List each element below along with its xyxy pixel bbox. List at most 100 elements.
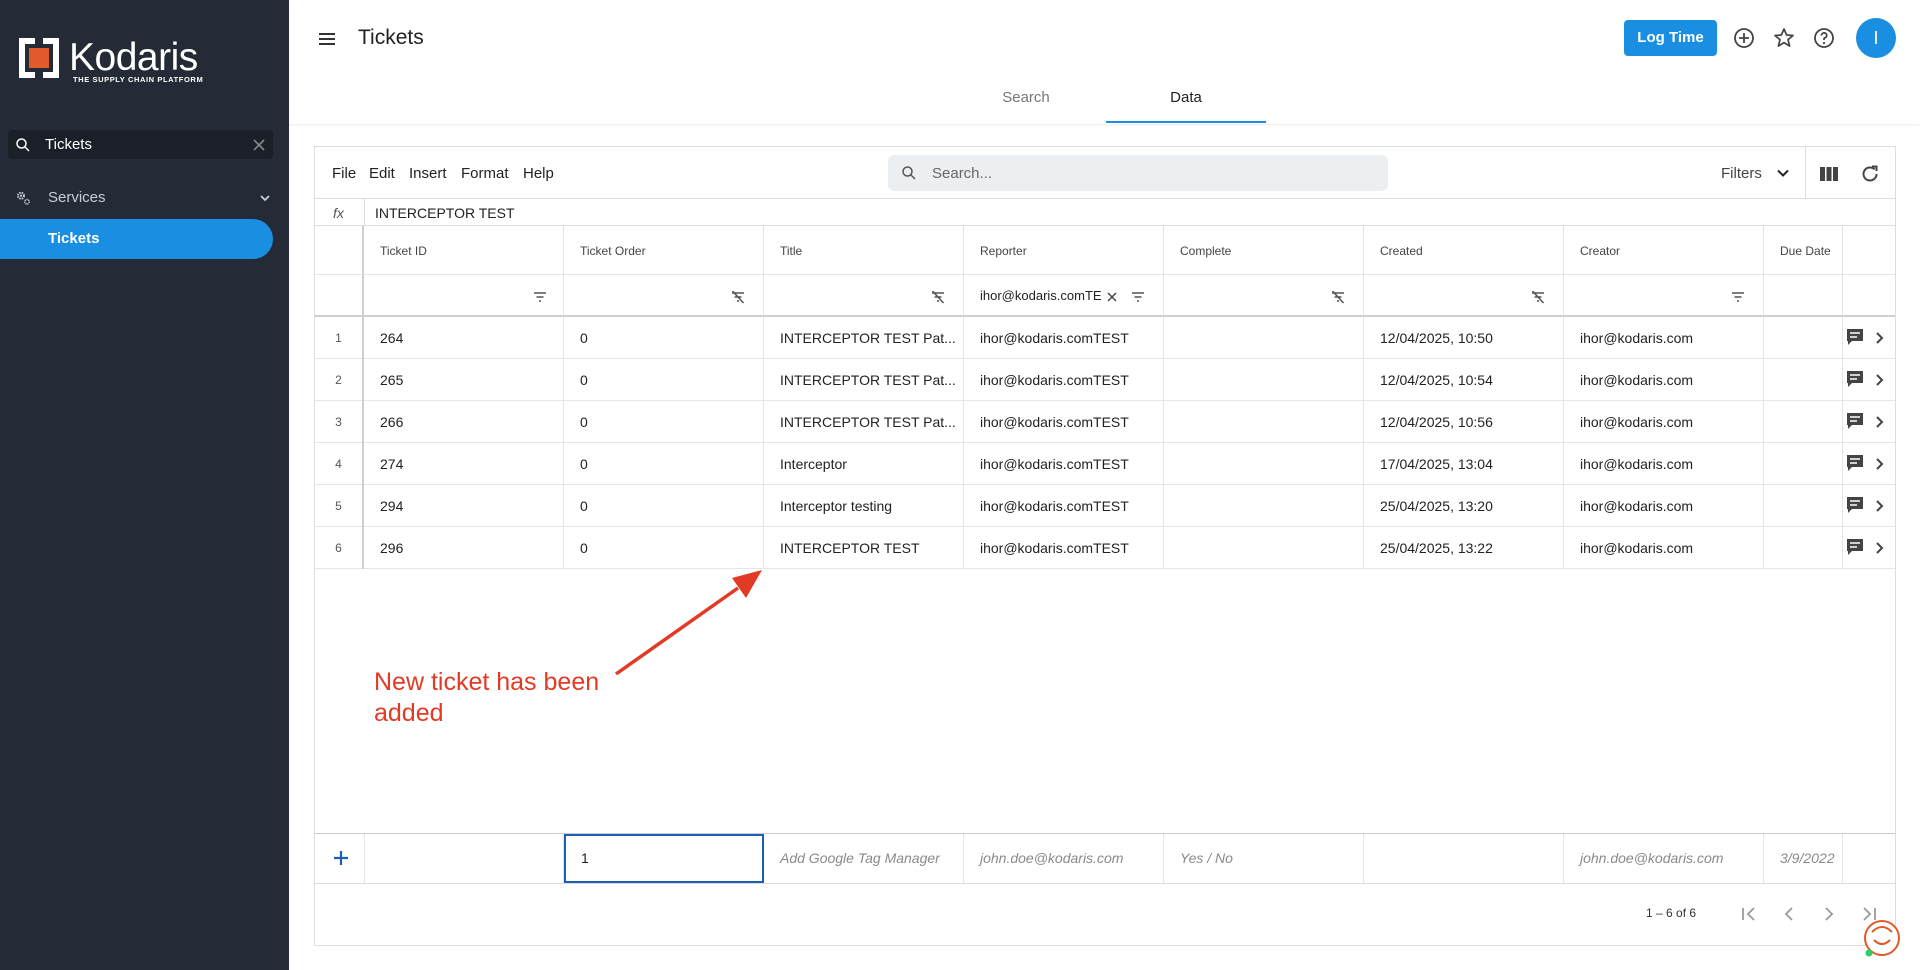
cell-created[interactable]: 25/04/2025, 13:22 — [1364, 527, 1564, 569]
table-row[interactable]: 5 294 0 Interceptor testing ihor@kodaris… — [315, 485, 1895, 527]
new-creator-field[interactable]: john.doe@kodaris.com — [1564, 834, 1764, 883]
sidebar-search-value[interactable]: Tickets — [45, 136, 92, 153]
new-created-field[interactable] — [1364, 834, 1564, 883]
filter-reporter-value[interactable]: ihor@kodaris.comTEST — [980, 288, 1102, 303]
cell-title[interactable]: Interceptor testing — [764, 485, 964, 527]
cell-ticket-order[interactable]: 0 — [564, 317, 764, 359]
table-row[interactable]: 2 265 0 INTERCEPTOR TEST Pat... ihor@kod… — [315, 359, 1895, 401]
filter-off-icon[interactable] — [930, 289, 946, 305]
new-due-date-field[interactable]: 3/9/2022 — [1764, 834, 1843, 883]
cell-complete[interactable] — [1164, 401, 1364, 443]
menu-edit[interactable]: Edit — [369, 165, 395, 182]
formula-value[interactable]: INTERCEPTOR TEST — [375, 205, 515, 221]
column-header-created[interactable]: Created — [1364, 226, 1564, 275]
menu-insert[interactable]: Insert — [409, 165, 447, 182]
cell-reporter[interactable]: ihor@kodaris.comTEST — [964, 317, 1164, 359]
cell-title[interactable]: INTERCEPTOR TEST — [764, 527, 964, 569]
filter-complete[interactable] — [1164, 275, 1364, 317]
cell-ticket-order[interactable]: 0 — [564, 443, 764, 485]
cell-reporter[interactable]: ihor@kodaris.comTEST — [964, 527, 1164, 569]
chat-support-icon[interactable] — [1860, 918, 1900, 958]
cell-creator[interactable]: ihor@kodaris.com — [1564, 485, 1764, 527]
cell-ticket-order[interactable]: 0 — [564, 401, 764, 443]
cell-due-date[interactable] — [1764, 359, 1843, 401]
cell-creator[interactable]: ihor@kodaris.com — [1564, 359, 1764, 401]
cell-created[interactable]: 12/04/2025, 10:50 — [1364, 317, 1564, 359]
column-header-reporter[interactable]: Reporter — [964, 226, 1164, 275]
cell-creator[interactable]: ihor@kodaris.com — [1564, 527, 1764, 569]
filters-button[interactable]: Filters — [1721, 165, 1762, 182]
cell-created[interactable]: 17/04/2025, 13:04 — [1364, 443, 1564, 485]
cell-ticket-order[interactable]: 0 — [564, 359, 764, 401]
kodaris-logo[interactable]: Kodaris THE SUPPLY CHAIN PLATFORM — [17, 36, 207, 84]
row-actions[interactable] — [1843, 443, 1895, 485]
filter-due-date[interactable] — [1764, 275, 1843, 317]
filter-created[interactable] — [1364, 275, 1564, 317]
star-icon[interactable] — [1772, 26, 1796, 50]
row-actions[interactable] — [1843, 485, 1895, 527]
new-ticket-id-field[interactable] — [364, 834, 564, 883]
cell-reporter[interactable]: ihor@kodaris.comTEST — [964, 485, 1164, 527]
tab-search[interactable]: Search — [946, 78, 1106, 123]
cell-complete[interactable] — [1164, 527, 1364, 569]
filter-creator[interactable] — [1564, 275, 1764, 317]
next-page-icon[interactable] — [1818, 903, 1840, 925]
table-row[interactable]: 6 296 0 INTERCEPTOR TEST ihor@kodaris.co… — [315, 527, 1895, 569]
grid-search[interactable] — [888, 155, 1388, 191]
cell-complete[interactable] — [1164, 359, 1364, 401]
cell-due-date[interactable] — [1764, 527, 1843, 569]
sidebar-item-tickets[interactable]: Tickets — [0, 219, 273, 259]
cell-ticket-id[interactable]: 274 — [364, 443, 564, 485]
chevron-down-icon[interactable] — [1775, 165, 1791, 181]
column-header-title[interactable]: Title — [764, 226, 964, 275]
column-header-due-date[interactable]: Due Date — [1764, 226, 1843, 275]
filter-icon[interactable] — [1130, 289, 1146, 305]
table-row[interactable]: 1 264 0 INTERCEPTOR TEST Pat... ihor@kod… — [315, 317, 1895, 359]
cell-due-date[interactable] — [1764, 485, 1843, 527]
cell-reporter[interactable]: ihor@kodaris.comTEST — [964, 359, 1164, 401]
cell-title[interactable]: INTERCEPTOR TEST Pat... — [764, 359, 964, 401]
cell-creator[interactable]: ihor@kodaris.com — [1564, 401, 1764, 443]
cell-creator[interactable]: ihor@kodaris.com — [1564, 317, 1764, 359]
cell-due-date[interactable] — [1764, 443, 1843, 485]
columns-icon[interactable] — [1818, 163, 1840, 185]
column-header-creator[interactable]: Creator — [1564, 226, 1764, 275]
cell-creator[interactable]: ihor@kodaris.com — [1564, 443, 1764, 485]
add-row-icon[interactable] — [329, 846, 353, 870]
cell-created[interactable]: 25/04/2025, 13:20 — [1364, 485, 1564, 527]
menu-help[interactable]: Help — [523, 165, 554, 182]
tab-data[interactable]: Data — [1106, 78, 1266, 123]
cell-complete[interactable] — [1164, 317, 1364, 359]
cell-ticket-id[interactable]: 266 — [364, 401, 564, 443]
menu-format[interactable]: Format — [461, 165, 509, 182]
new-ticket-order-field[interactable]: 1 — [564, 834, 764, 883]
column-header-ticket-order[interactable]: Ticket Order — [564, 226, 764, 275]
column-header-ticket-id[interactable]: Ticket ID — [364, 226, 564, 275]
filter-off-icon[interactable] — [730, 289, 746, 305]
cell-ticket-id[interactable]: 264 — [364, 317, 564, 359]
close-icon[interactable] — [1105, 290, 1119, 304]
cell-ticket-id[interactable]: 294 — [364, 485, 564, 527]
menu-file[interactable]: File — [332, 165, 356, 182]
sidebar-search[interactable]: Tickets — [8, 130, 273, 159]
menu-icon[interactable] — [315, 27, 339, 51]
cell-created[interactable]: 12/04/2025, 10:54 — [1364, 359, 1564, 401]
sidebar-group-services[interactable]: Services — [0, 186, 289, 210]
filter-ticket-id[interactable] — [364, 275, 564, 317]
cell-title[interactable]: INTERCEPTOR TEST Pat... — [764, 401, 964, 443]
cell-title[interactable]: Interceptor — [764, 443, 964, 485]
cell-reporter[interactable]: ihor@kodaris.comTEST — [964, 443, 1164, 485]
new-reporter-field[interactable]: john.doe@kodaris.com — [964, 834, 1164, 883]
add-circle-icon[interactable] — [1732, 26, 1756, 50]
first-page-icon[interactable] — [1738, 903, 1760, 925]
chevron-down-icon[interactable] — [258, 191, 272, 205]
cell-ticket-order[interactable]: 0 — [564, 485, 764, 527]
filter-reporter[interactable]: ihor@kodaris.comTEST — [964, 275, 1164, 317]
log-time-button[interactable]: Log Time — [1624, 20, 1717, 56]
refresh-icon[interactable] — [1859, 163, 1881, 185]
cell-created[interactable]: 12/04/2025, 10:56 — [1364, 401, 1564, 443]
cell-ticket-id[interactable]: 265 — [364, 359, 564, 401]
avatar[interactable]: I — [1856, 18, 1896, 58]
filter-title[interactable] — [764, 275, 964, 317]
column-header-complete[interactable]: Complete — [1164, 226, 1364, 275]
